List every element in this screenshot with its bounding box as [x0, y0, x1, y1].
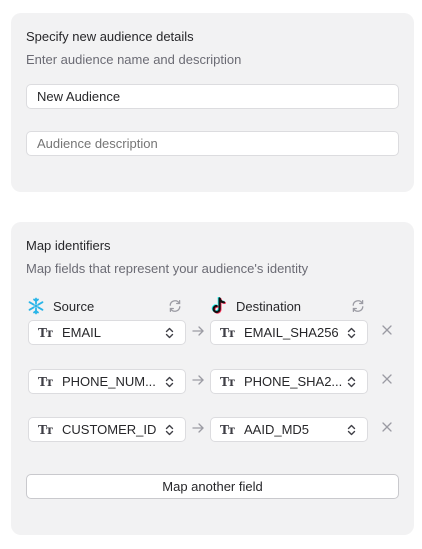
source-field-select[interactable]: Tт PHONE_NUM... — [28, 369, 186, 394]
source-field-value: EMAIL — [62, 325, 102, 340]
source-field-value: PHONE_NUM... — [62, 374, 156, 389]
source-field-value: CUSTOMER_ID — [62, 422, 157, 437]
chevron-up-down-icon — [345, 376, 357, 388]
snowflake-icon — [27, 297, 45, 315]
mapping-row: Tт PHONE_NUM... Tт PHONE_SHA2... — [11, 369, 414, 395]
mapping-row: Tт CUSTOMER_ID Tт AAID_MD5 — [11, 417, 414, 443]
chevron-up-down-icon — [345, 424, 357, 436]
remove-mapping-icon[interactable] — [380, 323, 394, 337]
destination-field-select[interactable]: Tт EMAIL_SHA256 — [210, 320, 368, 345]
arrow-right-icon — [191, 373, 205, 387]
remove-mapping-icon[interactable] — [380, 420, 394, 434]
text-type-icon: Tт — [38, 422, 53, 437]
source-field-select[interactable]: Tт CUSTOMER_ID — [28, 417, 186, 442]
destination-field-value: EMAIL_SHA256 — [244, 325, 339, 340]
chevron-up-down-icon — [345, 327, 357, 339]
destination-label: Destination — [236, 298, 302, 314]
tiktok-icon — [210, 297, 228, 315]
destination-field-select[interactable]: Tт AAID_MD5 — [210, 417, 368, 442]
audience-name-input[interactable] — [26, 84, 399, 109]
source-label: Source — [53, 298, 95, 314]
text-type-icon: Tт — [38, 325, 53, 340]
text-type-icon: Tт — [220, 422, 235, 437]
text-type-icon: Tт — [38, 374, 53, 389]
text-type-icon: Tт — [220, 374, 235, 389]
audience-description-input[interactable] — [26, 131, 399, 156]
arrow-right-icon — [191, 421, 205, 435]
map-identifiers-card: Map identifiers Map fields that represen… — [11, 222, 414, 535]
refresh-source-icon[interactable] — [167, 298, 183, 314]
source-field-select[interactable]: Tт EMAIL — [28, 320, 186, 345]
chevron-up-down-icon — [163, 424, 175, 436]
destination-column-header: Destination — [210, 296, 301, 316]
destination-field-select[interactable]: Tт PHONE_SHA2... — [210, 369, 368, 394]
audience-details-card: Specify new audience details Enter audie… — [11, 13, 414, 192]
audience-details-title: Specify new audience details — [26, 29, 194, 44]
source-column-header: Source — [27, 296, 94, 316]
mapping-row: Tт EMAIL Tт EMAIL_SHA256 — [11, 320, 414, 346]
text-type-icon: Tт — [220, 325, 235, 340]
destination-field-value: PHONE_SHA2... — [244, 374, 343, 389]
chevron-up-down-icon — [163, 376, 175, 388]
arrow-right-icon — [191, 324, 205, 338]
audience-details-subtitle: Enter audience name and description — [26, 52, 242, 67]
destination-field-value: AAID_MD5 — [244, 422, 310, 437]
map-another-field-button[interactable]: Map another field — [26, 474, 399, 499]
remove-mapping-icon[interactable] — [380, 372, 394, 386]
map-identifiers-title: Map identifiers — [26, 238, 111, 253]
map-identifiers-subtitle: Map fields that represent your audience'… — [26, 261, 309, 276]
chevron-up-down-icon — [163, 327, 175, 339]
refresh-destination-icon[interactable] — [350, 298, 366, 314]
